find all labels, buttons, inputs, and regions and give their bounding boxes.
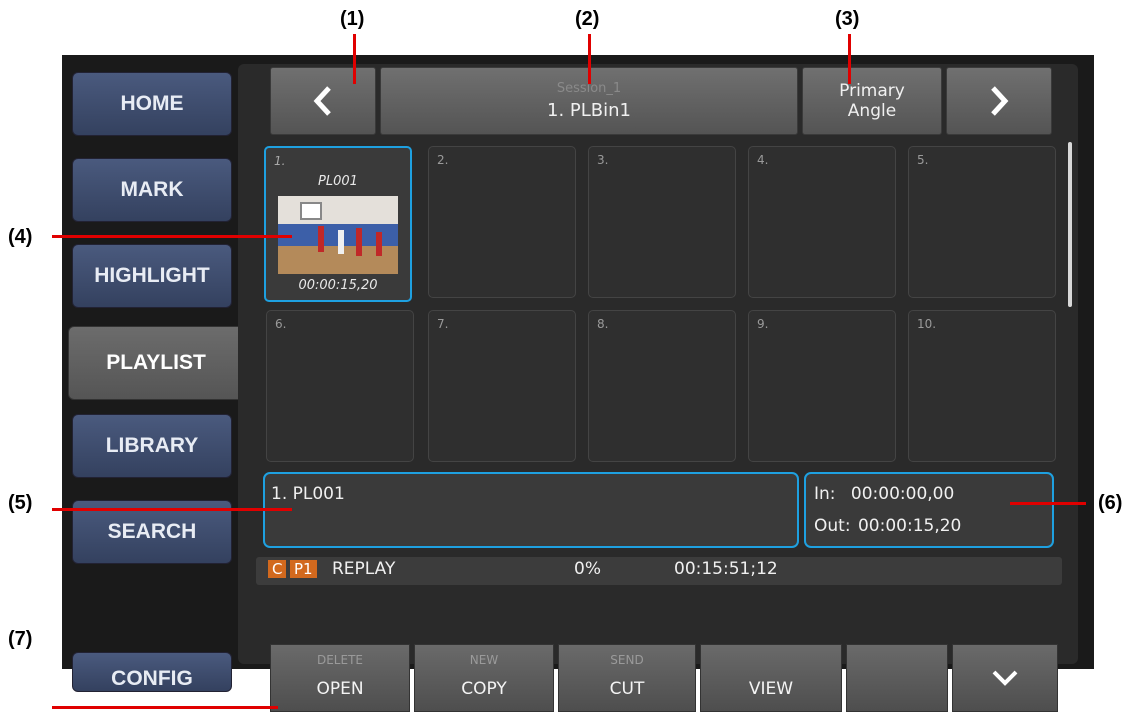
delete-label: DELETE (316, 653, 363, 667)
cut-send-button[interactable]: SEND CUT (558, 644, 696, 712)
view-label: VIEW (748, 679, 794, 699)
new-label: NEW (469, 653, 499, 667)
callout-4: (4) (8, 226, 33, 248)
slot-number: 3. (597, 153, 609, 167)
callout-line-7 (52, 706, 278, 709)
sidebar-item-playlist[interactable]: PLAYLIST (68, 326, 244, 400)
chevron-right-icon (991, 86, 1009, 116)
in-out-box[interactable]: In: 00:00:00,00 Out: 00:00:15,20 (804, 472, 1054, 548)
angle-button[interactable]: Primary Angle (802, 67, 942, 135)
mode-text: REPLAY (332, 559, 396, 579)
clip-name: PL001 (318, 174, 358, 189)
callout-line-2 (588, 34, 591, 84)
clip-name-box[interactable]: 1. PL001 (263, 472, 799, 548)
callout-line-6 (1010, 502, 1086, 505)
in-timecode: 00:00:00,00 (850, 484, 955, 504)
sidebar-item-highlight[interactable]: HIGHLIGHT (72, 244, 232, 308)
chevron-down-icon (992, 670, 1018, 686)
empty-toolbar-button[interactable] (846, 644, 948, 712)
copy-label: COPY (461, 679, 507, 699)
slot-number: 2. (437, 153, 449, 167)
callout-line-5 (52, 508, 292, 511)
chevron-left-icon (313, 86, 331, 116)
more-button[interactable] (952, 644, 1058, 712)
clip-slot-9[interactable]: 9. (748, 310, 896, 462)
clip-slot-1[interactable]: 1. PL001 00:00:15,20 (264, 146, 412, 302)
callout-1: (1) (340, 8, 365, 30)
callout-5: (5) (8, 492, 33, 514)
clip-slot-10[interactable]: 10. (908, 310, 1056, 462)
clip-name-text: 1. PL001 (271, 484, 345, 504)
sidebar-item-config[interactable]: CONFIG (72, 652, 232, 692)
angle-label-line1: Primary (839, 81, 905, 101)
bin-label: 1. PLBin1 (547, 100, 631, 121)
copy-new-button[interactable]: NEW COPY (414, 644, 554, 712)
timecode: 00:15:51;12 (674, 559, 778, 579)
slot-number: 8. (597, 317, 609, 331)
slot-number: 4. (757, 153, 769, 167)
status-bar: C P1 REPLAY 0% 00:15:51;12 (256, 557, 1062, 585)
out-label: Out: (814, 516, 851, 536)
in-label: In: (814, 484, 836, 504)
slot-number: 5. (917, 153, 929, 167)
callout-3: (3) (835, 8, 860, 30)
slot-number: 6. (275, 317, 287, 331)
progress-percent: 0% (574, 559, 601, 579)
clip-duration: 00:00:15,20 (298, 278, 378, 293)
view-button[interactable]: VIEW (700, 644, 842, 712)
angle-label-line2: Angle (847, 101, 897, 121)
slot-number: 10. (917, 317, 937, 331)
prev-bin-button[interactable] (270, 67, 376, 135)
open-label: OPEN (316, 679, 364, 699)
callout-line-3 (848, 34, 851, 84)
callout-line-1 (353, 34, 356, 84)
callout-7: (7) (8, 628, 33, 650)
sidebar-item-home[interactable]: HOME (72, 72, 232, 136)
clip-slot-5[interactable]: 5. (908, 146, 1056, 298)
sidebar-item-library[interactable]: LIBRARY (72, 414, 232, 478)
send-label: SEND (610, 653, 644, 667)
callout-6: (6) (1098, 492, 1123, 514)
callout-2: (2) (575, 8, 600, 30)
clip-slot-7[interactable]: 7. (428, 310, 576, 462)
clip-thumbnail (278, 196, 398, 274)
slot-number: 1. (274, 154, 286, 168)
next-bin-button[interactable] (946, 67, 1052, 135)
clip-slot-8[interactable]: 8. (588, 310, 736, 462)
cut-label: CUT (609, 679, 645, 699)
out-timecode: 00:00:15,20 (857, 516, 962, 536)
clip-slot-4[interactable]: 4. (748, 146, 896, 298)
open-delete-button[interactable]: DELETE OPEN (270, 644, 410, 712)
clip-slot-6[interactable]: 6. (266, 310, 414, 462)
slot-number: 7. (437, 317, 449, 331)
player-badge: P1 (290, 560, 317, 578)
channel-badge: C (268, 560, 287, 578)
sidebar-item-mark[interactable]: MARK (72, 158, 232, 222)
scrollbar[interactable] (1068, 142, 1072, 307)
slot-number: 9. (757, 317, 769, 331)
callout-line-4 (52, 235, 292, 238)
clip-slot-3[interactable]: 3. (588, 146, 736, 298)
clip-slot-2[interactable]: 2. (428, 146, 576, 298)
